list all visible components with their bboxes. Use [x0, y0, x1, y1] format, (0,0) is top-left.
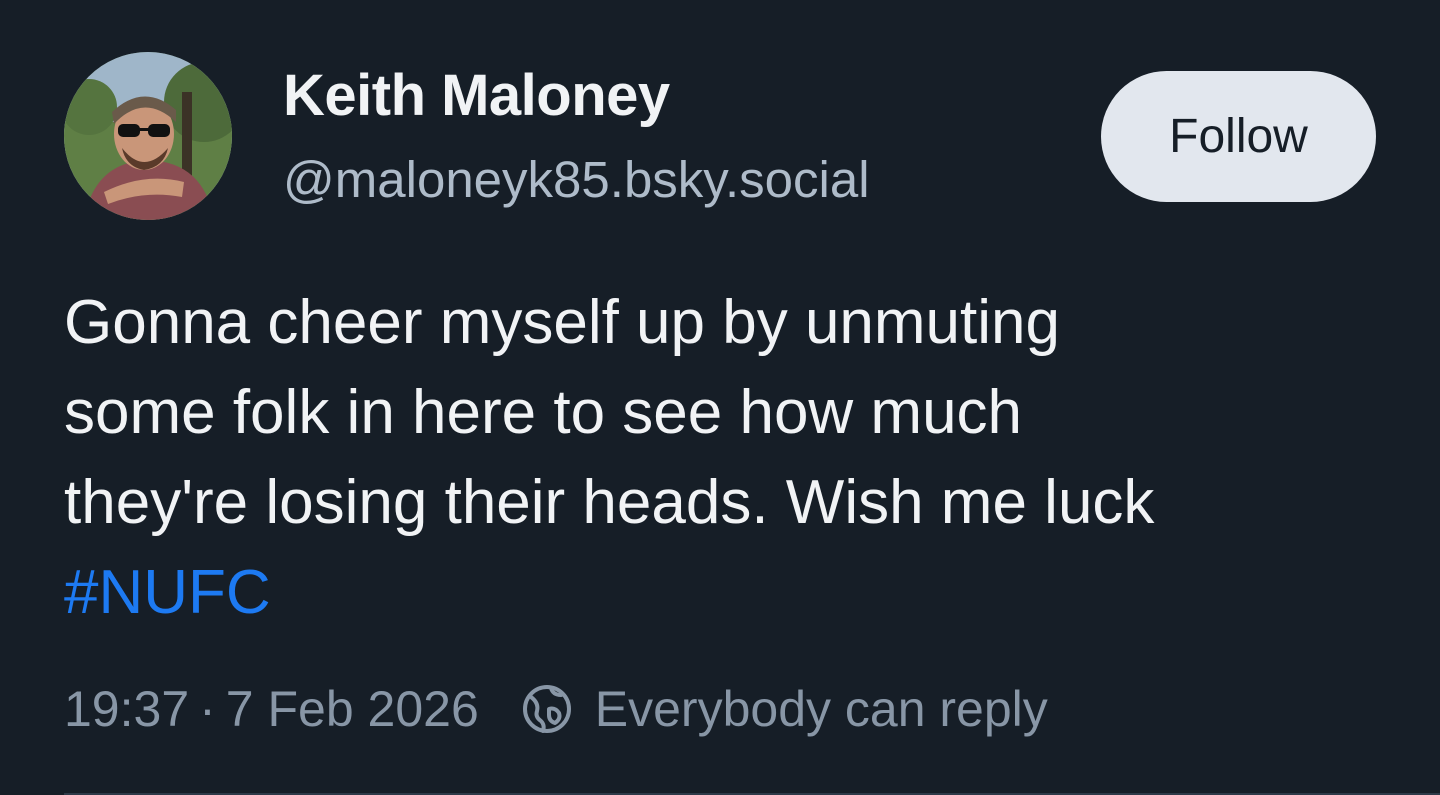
avatar-photo-icon: [64, 52, 232, 220]
post-text-line: they're losing their heads. Wish me luck: [64, 468, 1155, 537]
author-display-name[interactable]: Keith Maloney: [283, 62, 670, 129]
post-time[interactable]: 19:37: [64, 680, 189, 738]
reply-setting-label: Everybody can reply: [594, 681, 1048, 737]
post-text: Gonna cheer myself up by unmuting some f…: [64, 278, 1394, 638]
post-card: Keith Maloney @maloneyk85.bsky.social Fo…: [0, 0, 1440, 795]
globe-icon: [522, 685, 571, 733]
meta-separator: ·: [199, 681, 216, 737]
hashtag-link[interactable]: #NUFC: [64, 558, 271, 627]
post-text-line: Gonna cheer myself up by unmuting: [64, 288, 1060, 357]
post-meta: 19:37 · 7 Feb 2026 Everybody can reply: [64, 676, 1048, 742]
post-date[interactable]: 7 Feb 2026: [226, 680, 479, 738]
reply-settings[interactable]: Everybody can reply: [519, 680, 1048, 738]
follow-button[interactable]: Follow: [1101, 71, 1376, 202]
author-handle[interactable]: @maloneyk85.bsky.social: [283, 150, 870, 209]
post-text-line: some folk in here to see how much: [64, 378, 1023, 447]
author-avatar[interactable]: [64, 52, 232, 220]
